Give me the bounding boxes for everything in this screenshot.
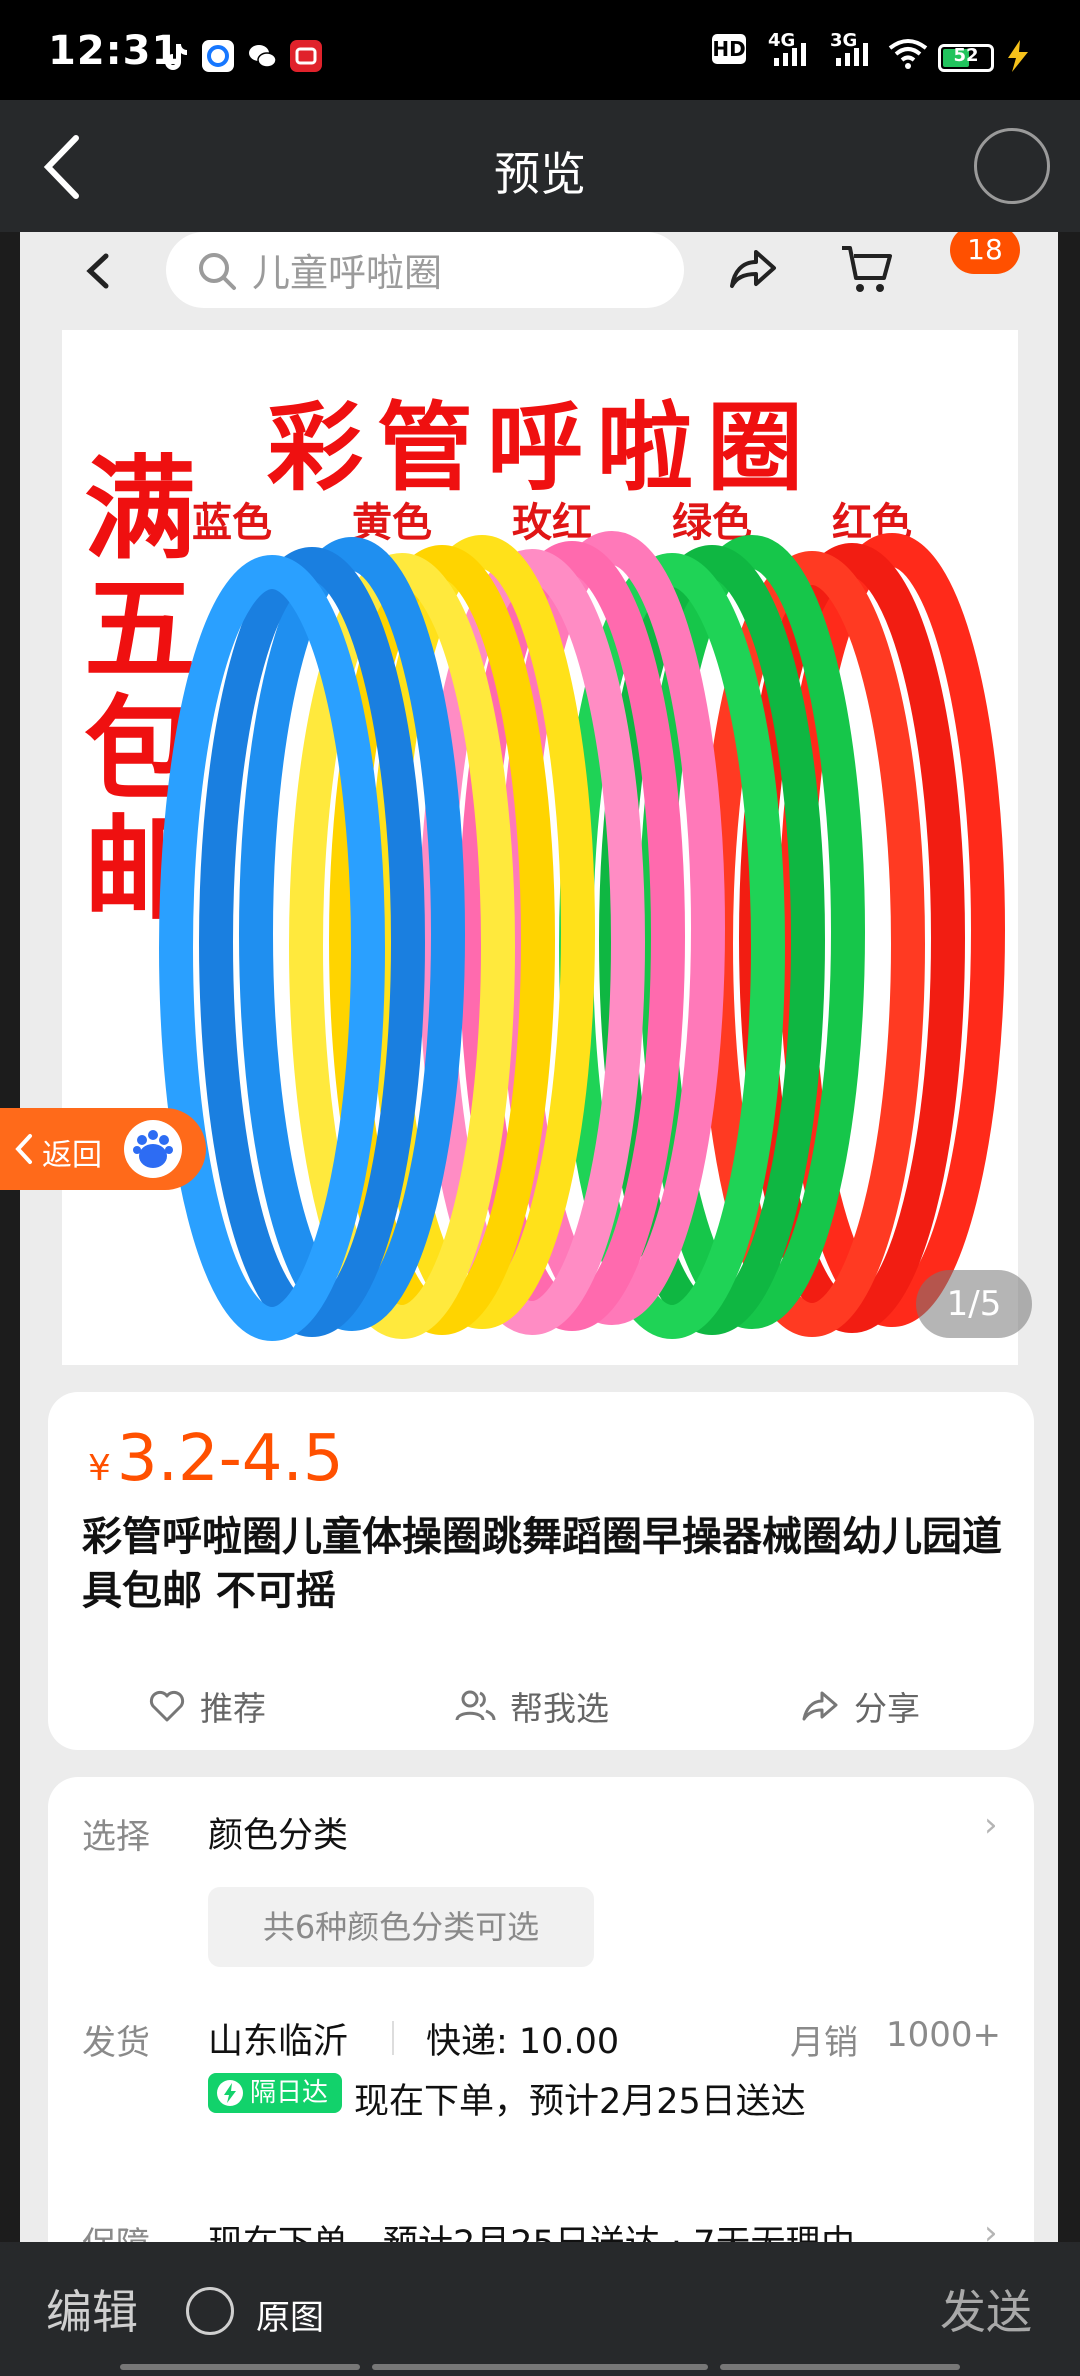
status-bar: 12:31 HD 4G 3G 52 [0,0,1080,100]
lightning-icon [217,2080,243,2106]
search-bar[interactable]: 儿童呼啦圈 [166,232,684,308]
image-pager: 1/5 [916,1270,1032,1338]
price: ¥3.2-4.5 [88,1422,344,1496]
wechat-icon [246,40,278,72]
select-value[interactable]: 颜色分类 [208,1807,348,1858]
guarantee-value: 现在下单，预计2月25日送达 · 7天无理由 [208,2215,855,2242]
battery-icon: 52 [938,44,994,72]
app-icon [290,40,322,72]
help-choose-label: 帮我选 [510,1689,609,1728]
info-card: 选择 颜色分类 › 共6种颜色分类可选 发货 山东临沂 快递: 10.00 月销… [48,1777,1034,2242]
edit-button[interactable]: 编辑 [46,2276,138,2342]
page-back-icon[interactable] [76,242,120,300]
recommend-button[interactable]: 推荐 [148,1682,266,1730]
image-title-text: 彩管呼啦圈 [267,392,817,504]
select-circle-button[interactable] [974,128,1050,204]
chevron-left-icon [15,1134,32,1164]
next-day-badge: 隔日达 [208,2073,342,2113]
hd-indicator: HD [712,34,746,64]
price-symbol: ¥ [88,1448,111,1489]
preview-frame: 儿童呼啦圈 18 彩管呼啦圈 蓝色 黄色 玫红 绿色 红色 满五包邮 1/5 ¥… [20,232,1058,2242]
nav-bar [120,2364,360,2370]
heart-icon [149,1690,185,1722]
wifi-icon [888,38,928,74]
price-card: ¥3.2-4.5 彩管呼啦圈儿童体操圈跳舞蹈圈早操器械圈幼儿园道具包邮 不可摇 … [48,1392,1034,1750]
send-button[interactable]: 发送 [940,2276,1032,2342]
express-fee: 快递: 10.00 [426,2022,620,2062]
share-button[interactable]: 分享 [800,1682,920,1730]
original-radio[interactable] [186,2287,234,2335]
share-label: 分享 [854,1689,920,1728]
price-value: 3.2-4.5 [116,1422,344,1496]
share-icon [802,1691,838,1721]
app-icon [202,40,234,72]
nav-bar [720,2364,960,2370]
color-options-chip[interactable]: 共6种颜色分类可选 [208,1887,594,1967]
search-icon [196,250,238,296]
preview-header: 预览 [0,100,1080,232]
product-image[interactable]: 彩管呼啦圈 蓝色 黄色 玫红 绿色 红色 满五包邮 [62,330,1018,1365]
help-choose-button[interactable]: 帮我选 [454,1682,609,1730]
battery-level: 52 [953,45,979,66]
shipping-label: 发货 [82,2023,150,2063]
guarantee-label: 保障 [82,2217,150,2242]
signal-4g-icon: 4G [768,30,806,66]
shipping-origin: 山东临沂 [208,2022,349,2062]
chevron-right-icon[interactable]: › [984,2213,998,2242]
nav-bar [372,2364,708,2370]
bottom-bar: 编辑 原图 发送 [0,2242,1080,2376]
sales-value: 1000+ [886,2015,1002,2055]
baidu-icon [124,1120,182,1178]
share-icon[interactable] [726,240,782,300]
delivery-eta: 现在下单，预计2月25日送达 [354,2082,806,2122]
hoops-illustration [159,531,1005,1341]
tiktok-icon [158,40,190,72]
sales-label: 月销 [790,2023,858,2063]
chevron-right-icon[interactable]: › [984,1805,998,1845]
cart-count-badge: 18 [950,232,1020,274]
header-title: 预览 [494,147,586,201]
next-day-label: 隔日达 [250,2078,329,2108]
charging-icon [1004,40,1030,76]
return-label: 返回 [42,1138,102,1173]
return-chip[interactable]: 返回 [0,1108,206,1190]
signal-3g-icon: 3G [830,30,868,66]
search-placeholder: 儿童呼啦圈 [252,251,443,295]
divider [392,2021,394,2055]
recommend-label: 推荐 [200,1689,266,1728]
select-label: 选择 [82,1817,150,1857]
people-icon [455,1690,496,1721]
product-title: 彩管呼啦圈儿童体操圈跳舞蹈圈早操器械圈幼儿园道具包邮 不可摇 [82,1514,1002,1614]
original-label[interactable]: 原图 [256,2290,324,2339]
cart-icon[interactable] [836,238,896,302]
